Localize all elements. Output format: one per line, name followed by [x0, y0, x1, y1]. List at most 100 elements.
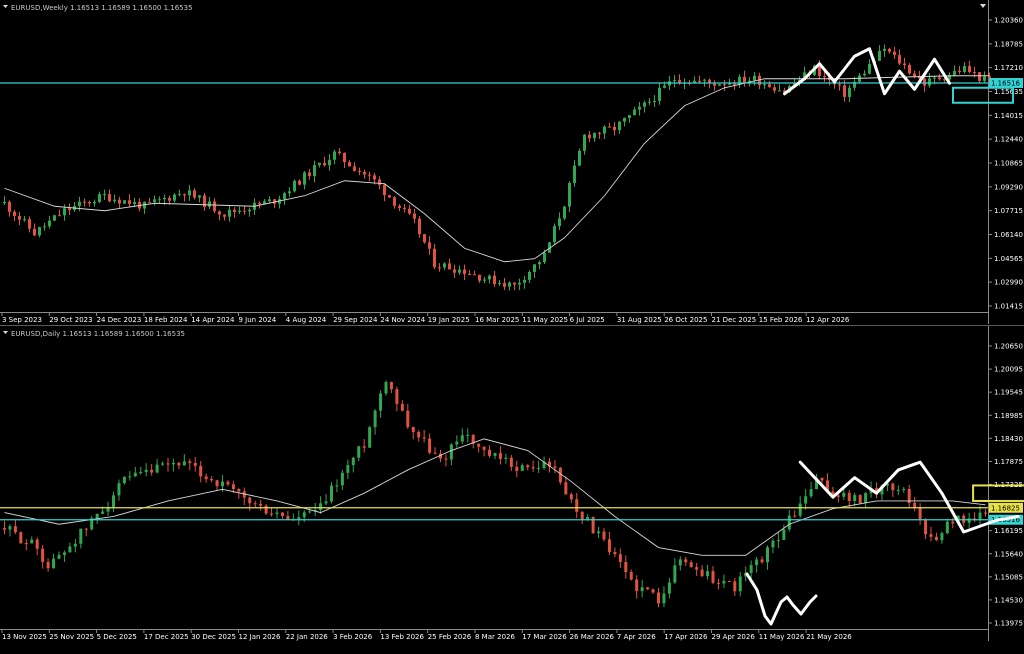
- candle-body: [101, 511, 105, 514]
- candle-body: [443, 263, 446, 268]
- candle-body: [698, 80, 701, 82]
- candle-body: [343, 152, 346, 163]
- candle-body: [28, 219, 31, 229]
- candle-body: [624, 562, 628, 573]
- candle-body: [738, 576, 742, 592]
- candle-body: [112, 495, 115, 507]
- candle-body: [406, 410, 410, 427]
- candle-body: [193, 463, 197, 466]
- x-tick-label: 15 Feb 2026: [759, 316, 803, 324]
- x-tick-label: 31 Aug 2025: [617, 316, 662, 324]
- y-tick-label: 1.17210: [994, 64, 1023, 72]
- candle-body: [648, 101, 651, 103]
- candle-body: [253, 503, 257, 505]
- candle-body: [586, 516, 590, 520]
- y-tick-label: 1.16195: [994, 527, 1023, 535]
- candle-body: [163, 197, 166, 200]
- candle-body: [400, 403, 404, 411]
- candle-body: [24, 543, 28, 545]
- candle-body: [653, 100, 656, 102]
- candle-body: [657, 592, 660, 604]
- candle-body: [938, 77, 941, 80]
- candle-body: [348, 162, 351, 167]
- candle-body: [153, 199, 156, 202]
- x-tick-label: 12 Apr 2026: [806, 316, 850, 324]
- candle-body: [340, 472, 344, 486]
- candle-body: [463, 269, 466, 275]
- candle-body: [543, 252, 546, 263]
- candle-body: [444, 458, 448, 460]
- candle-body: [333, 151, 336, 160]
- candle-body: [768, 84, 771, 88]
- candle-body: [553, 226, 556, 243]
- candle-body: [638, 106, 641, 110]
- candle-body: [368, 427, 372, 448]
- candle-body: [183, 194, 186, 196]
- candle-body: [836, 495, 840, 497]
- x-tick-label: 3 Feb 2026: [333, 633, 373, 641]
- candle-body: [755, 559, 759, 566]
- candle-body: [967, 518, 971, 523]
- candle-body: [384, 382, 388, 394]
- y-tick-label: 1.20360: [994, 17, 1023, 25]
- candle-body: [171, 462, 175, 465]
- weekly-chart[interactable]: EURUSD,Weekly 1.16513 1.16589 1.16500 1.…: [0, 0, 1024, 326]
- candle-body: [787, 515, 791, 530]
- candle-body: [493, 453, 497, 456]
- candle-body: [553, 466, 557, 468]
- candle-body: [128, 200, 131, 205]
- y-tick-label: 1.14530: [994, 596, 1023, 604]
- candle-body: [23, 219, 26, 221]
- candle-body: [703, 79, 706, 81]
- candle-body: [526, 465, 530, 468]
- candle-body: [88, 201, 91, 204]
- candle-body: [243, 210, 246, 212]
- candle-body: [763, 84, 766, 86]
- candle-body: [3, 528, 6, 530]
- candle-body: [8, 201, 11, 212]
- candle-body: [41, 548, 45, 562]
- candle-body: [578, 150, 581, 166]
- candle-body: [893, 51, 896, 55]
- candle-body: [79, 528, 83, 544]
- candle-body: [123, 200, 126, 204]
- candle-body: [358, 170, 361, 172]
- candle-body: [48, 220, 51, 227]
- candle-body: [898, 54, 901, 64]
- candle-body: [700, 569, 704, 577]
- candle-body: [313, 165, 316, 177]
- candle-body: [858, 495, 862, 503]
- candle-body: [218, 211, 221, 215]
- candle-body: [504, 457, 508, 459]
- candle-body: [270, 513, 274, 515]
- candle-body: [888, 48, 891, 52]
- chart-title: EURUSD,Weekly 1.16513 1.16589 1.16500 1.…: [11, 4, 193, 12]
- candle-body: [809, 489, 813, 497]
- candle-body: [328, 159, 331, 166]
- candle-body: [223, 214, 226, 217]
- candle-body: [983, 76, 986, 81]
- candle-body: [598, 133, 601, 135]
- candle-body: [248, 497, 252, 504]
- x-tick-label: 3 Sep 2023: [2, 316, 42, 324]
- x-tick-label: 26 Mar 2026: [570, 633, 615, 641]
- candle-body: [940, 533, 944, 541]
- candle-body: [108, 194, 111, 202]
- candle-body: [618, 121, 621, 131]
- candle-body: [891, 483, 895, 491]
- price-tag-label: 1.16516: [991, 80, 1020, 88]
- candle-body: [408, 208, 411, 214]
- candle-body: [663, 85, 666, 88]
- candle-body: [38, 226, 41, 236]
- daily-chart[interactable]: EURUSD,Daily 1.16513 1.16589 1.16500 1.1…: [0, 326, 1024, 654]
- candle-body: [19, 532, 23, 544]
- mt4-terminal: EURUSD,Weekly 1.16513 1.16589 1.16500 1.…: [0, 0, 1024, 654]
- candle-body: [411, 426, 415, 433]
- candle-body: [13, 526, 17, 533]
- x-tick-label: 26 Oct 2025: [664, 316, 707, 324]
- candle-body: [863, 73, 866, 76]
- y-tick-label: 1.07715: [994, 207, 1023, 215]
- candle-body: [923, 78, 926, 86]
- candle-body: [564, 482, 568, 495]
- candle-body: [128, 476, 132, 478]
